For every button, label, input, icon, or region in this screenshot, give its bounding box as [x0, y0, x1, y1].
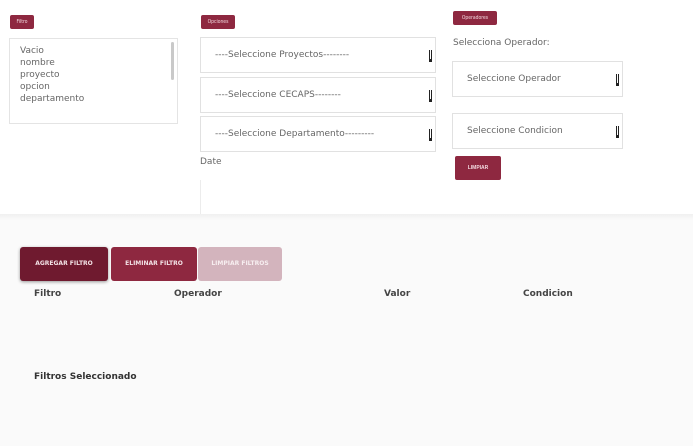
column-header-condicion: Condicion: [523, 289, 573, 299]
list-item[interactable]: Vacio: [20, 45, 177, 57]
filtro-badge: Filtro: [10, 15, 34, 29]
departamento-select[interactable]: ----Seleccione Departamento---------: [200, 116, 436, 152]
cecaps-select-value: ----Seleccione CECAPS--------: [215, 90, 341, 100]
date-label: Date: [200, 157, 222, 167]
chevron-down-icon: [429, 129, 432, 141]
list-item[interactable]: proyecto: [20, 69, 177, 81]
condicion-select-value: Seleccione Condicion: [467, 126, 563, 136]
filtro-listbox[interactable]: Vacio nombre proyecto opcion departament…: [9, 38, 178, 124]
eliminar-filtro-button[interactable]: ELIMINAR FILTRO: [111, 247, 197, 281]
chevron-down-icon: [616, 74, 619, 86]
opciones-badge: Opciones: [201, 15, 235, 29]
cecaps-select[interactable]: ----Seleccione CECAPS--------: [200, 77, 436, 113]
operador-select-value: Seleccione Operador: [467, 74, 561, 84]
limpiar-filtros-button[interactable]: LIMPIAR FILTROS: [198, 247, 282, 281]
condicion-select[interactable]: Seleccione Condicion: [452, 113, 623, 149]
column-header-filtro: Filtro: [34, 289, 62, 299]
proyectos-select[interactable]: ----Seleccione Proyectos--------: [200, 37, 436, 73]
chevron-down-icon: [429, 50, 432, 62]
proyectos-select-value: ----Seleccione Proyectos--------: [215, 50, 350, 60]
operadores-badge: Operadores: [453, 11, 497, 25]
limpiar-button[interactable]: LIMPIAR: [455, 156, 501, 180]
list-item[interactable]: nombre: [20, 57, 177, 69]
list-item[interactable]: opcion: [20, 81, 177, 93]
chevron-down-icon: [429, 90, 432, 102]
operador-select[interactable]: Seleccione Operador: [452, 61, 623, 97]
filtros-seleccionados-title: Filtros Seleccionado: [34, 372, 137, 382]
column-header-operador: Operador: [174, 289, 222, 299]
agregar-filtro-button[interactable]: AGREGAR FILTRO: [20, 247, 108, 281]
operador-label: Selecciona Operador:: [453, 38, 550, 48]
departamento-select-value: ----Seleccione Departamento---------: [215, 129, 375, 139]
listbox-scrollbar[interactable]: [171, 42, 174, 80]
list-item[interactable]: departamento: [20, 93, 177, 105]
column-header-valor: Valor: [384, 289, 411, 299]
chevron-down-icon: [616, 126, 619, 138]
